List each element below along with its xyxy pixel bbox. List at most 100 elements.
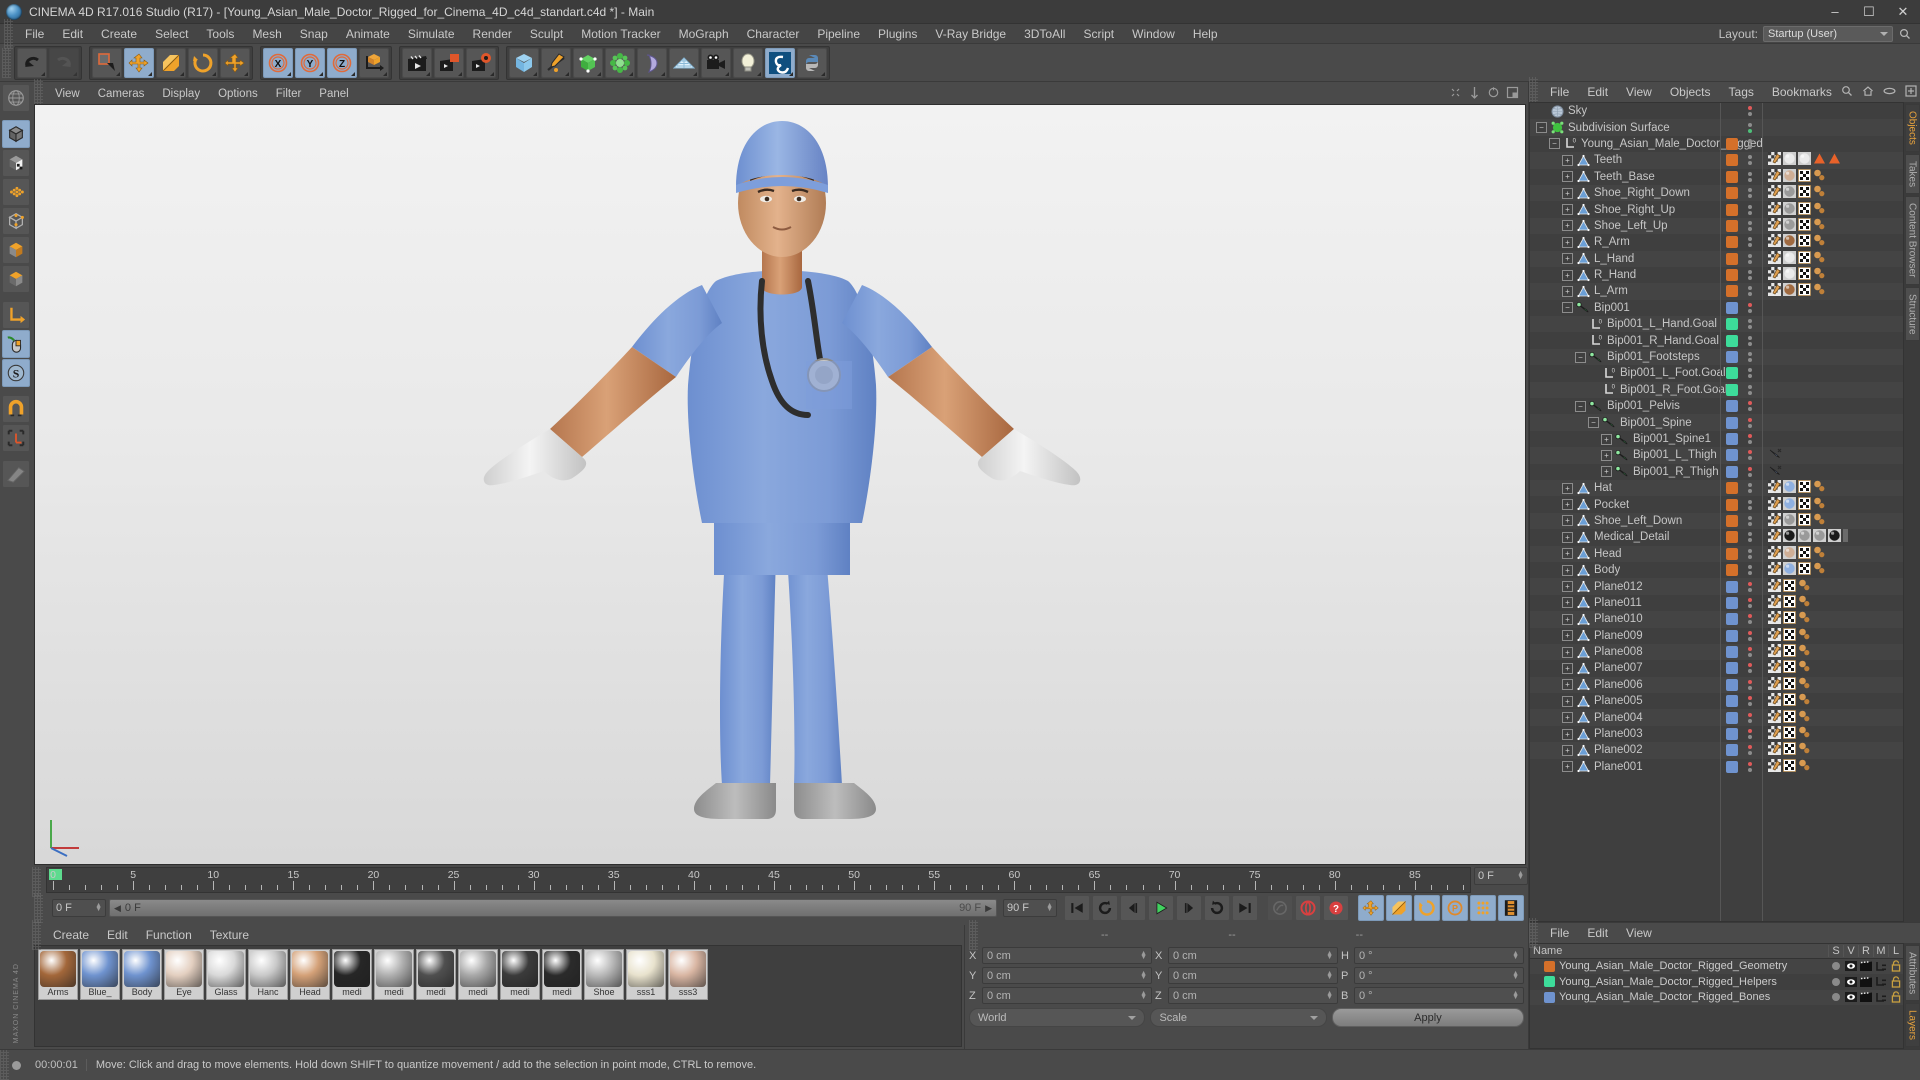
menu-item-cameras[interactable]: Cameras — [89, 84, 154, 104]
tag-phong-icon[interactable] — [1813, 234, 1826, 250]
menu-item-tags[interactable]: Tags — [1720, 82, 1763, 102]
tag-checker-icon[interactable] — [1797, 233, 1812, 250]
tag-phong-icon[interactable] — [1813, 480, 1826, 496]
visibility-dots[interactable] — [1748, 384, 1752, 395]
visibility-editor-dot[interactable] — [1748, 106, 1752, 111]
key-rotation-button[interactable] — [1414, 895, 1440, 921]
tag-checker-icon[interactable] — [1782, 741, 1797, 758]
axis-modify-button[interactable] — [2, 301, 30, 329]
workplane-button[interactable]: S — [2, 359, 30, 387]
visibility-dots[interactable] — [1748, 237, 1752, 248]
menu-item-motion-tracker[interactable]: Motion Tracker — [572, 24, 669, 44]
visibility-editor-dot[interactable] — [1748, 647, 1752, 652]
tag-checker-icon[interactable] — [1782, 708, 1797, 726]
tag-strip[interactable] — [1768, 692, 1811, 709]
expander-toggle[interactable]: + — [1562, 564, 1573, 576]
tag-grey-ball-icon[interactable] — [1783, 217, 1796, 234]
visibility-render-dot[interactable] — [1748, 243, 1752, 248]
tag-uv-icon[interactable] — [1768, 267, 1781, 283]
visibility-editor-dot[interactable] — [1748, 352, 1752, 357]
tag-strip[interactable] — [1768, 447, 1782, 463]
snap-magnet-button[interactable] — [2, 395, 30, 423]
expander-toggle[interactable]: + — [1562, 515, 1573, 527]
tag-checker-icon[interactable] — [1782, 577, 1797, 595]
visibility-render-dot[interactable] — [1748, 767, 1752, 772]
visibility-render-dot[interactable] — [1748, 144, 1752, 149]
menu-item-display[interactable]: Display — [153, 84, 209, 104]
object-row[interactable]: 0 Bip001_R_Foot.Goal — [1530, 381, 1903, 399]
layer-color-swatch[interactable] — [1726, 252, 1738, 265]
menu-item-tools[interactable]: Tools — [197, 24, 243, 44]
render-view-button[interactable] — [402, 47, 432, 78]
tag-strip[interactable] — [1768, 594, 1811, 611]
range-start-handle[interactable]: ◀ — [114, 903, 121, 914]
visibility-render-dot[interactable] — [1748, 112, 1752, 117]
object-row[interactable]: + Hat — [1530, 479, 1903, 497]
tag-grey-ball-icon[interactable] — [1783, 512, 1796, 529]
visibility-render-dot[interactable] — [1748, 161, 1752, 166]
spinner-icon[interactable]: ▲ ▼ — [1512, 950, 1519, 961]
visibility-dots[interactable] — [1748, 614, 1752, 625]
timeline-button[interactable] — [1498, 895, 1524, 921]
visibility-dots[interactable] — [1748, 761, 1752, 772]
rotation-p-input[interactable]: 0 ° ▲ ▼ — [1354, 967, 1524, 984]
size-z-input[interactable]: 0 cm ▲ ▼ — [1168, 987, 1338, 1004]
tag-phong-icon[interactable] — [1798, 742, 1811, 758]
menu-item-edit[interactable]: Edit — [53, 24, 92, 44]
tag-checker-icon[interactable] — [1797, 479, 1812, 496]
layer-table[interactable]: Name S V R M L Young_Asian_Male_Doctor_R… — [1529, 942, 1904, 1049]
step-back-button[interactable] — [1120, 895, 1146, 921]
expander-toggle[interactable]: − — [1549, 138, 1560, 150]
tag-strip[interactable] — [1768, 266, 1826, 283]
visibility-dots[interactable] — [1748, 647, 1752, 658]
render-region-button[interactable] — [434, 47, 464, 78]
object-tree[interactable]: Sky − Subdivision Surface −0 Young_Asian_Mal… — [1529, 102, 1904, 922]
minimize-button[interactable]: – — [1818, 0, 1852, 24]
tag-uv-icon[interactable] — [1768, 529, 1781, 545]
expander-toggle[interactable]: − — [1575, 351, 1586, 363]
visibility-dots[interactable] — [1748, 434, 1752, 444]
menu-item-mesh[interactable]: Mesh — [243, 24, 290, 44]
object-row[interactable]: + Shoe_Right_Down — [1530, 184, 1903, 202]
enable-deformer-button[interactable] — [2, 460, 30, 488]
expander-toggle[interactable]: + — [1601, 466, 1612, 478]
object-row[interactable]: 0 Bip001_L_Hand.Goal — [1530, 316, 1903, 333]
expander-toggle[interactable]: + — [1562, 679, 1573, 691]
material-item[interactable]: sss1 — [626, 949, 666, 1000]
object-row[interactable]: + Shoe_Right_Up — [1530, 200, 1903, 218]
zoom-viewport-icon[interactable] — [1468, 86, 1481, 102]
tag-uv-icon[interactable] — [1768, 758, 1781, 775]
menu-item-edit[interactable]: Edit — [1578, 82, 1617, 102]
layer-color-swatch[interactable] — [1726, 187, 1738, 200]
visibility-dots[interactable] — [1748, 630, 1752, 641]
spinner-icon[interactable]: ▲ ▼ — [1140, 970, 1147, 981]
polygons-mode-button[interactable] — [2, 236, 30, 264]
layer-visible-toggle[interactable] — [1843, 961, 1858, 972]
object-row[interactable]: + Shoe_Left_Down — [1530, 512, 1903, 530]
rotate-viewport-icon[interactable] — [1487, 86, 1500, 102]
tag-checker-icon[interactable] — [1797, 217, 1812, 234]
layer-lock-toggle[interactable] — [1888, 960, 1903, 973]
layer-render-toggle[interactable] — [1858, 977, 1873, 987]
menu-item-create[interactable]: Create — [92, 24, 146, 44]
key-position-button[interactable] — [1358, 895, 1384, 921]
expander-toggle[interactable]: + — [1562, 187, 1573, 199]
end-frame-field[interactable]: 90 F ▲ ▼ — [1003, 899, 1057, 917]
visibility-dots[interactable] — [1748, 253, 1752, 264]
layer-color-swatch[interactable] — [1726, 482, 1738, 495]
tag-phong-icon[interactable] — [1798, 693, 1811, 709]
menu-item-help[interactable]: Help — [1184, 24, 1227, 44]
layer-color-swatch[interactable] — [1726, 613, 1738, 626]
object-row[interactable]: + Bip001_L_Thigh — [1530, 447, 1903, 464]
expander-toggle[interactable]: − — [1536, 122, 1547, 134]
visibility-render-dot[interactable] — [1748, 341, 1752, 346]
redo-button[interactable] — [49, 47, 79, 78]
go-to-start-button[interactable] — [1064, 895, 1090, 921]
bend-deformer-button[interactable] — [637, 47, 667, 78]
layer-row[interactable]: Young_Asian_Male_Doctor_Rigged_Bones — [1530, 989, 1903, 1006]
visibility-editor-dot[interactable] — [1748, 253, 1752, 258]
timeline-ruler[interactable]: 051015202530354045505560657075808590 — [46, 867, 1471, 893]
material-item[interactable]: Arms — [38, 949, 78, 1000]
menu-item-file[interactable]: File — [1541, 923, 1578, 943]
object-row[interactable]: −0 Young_Asian_Male_Doctor_Rigged — [1530, 135, 1903, 153]
